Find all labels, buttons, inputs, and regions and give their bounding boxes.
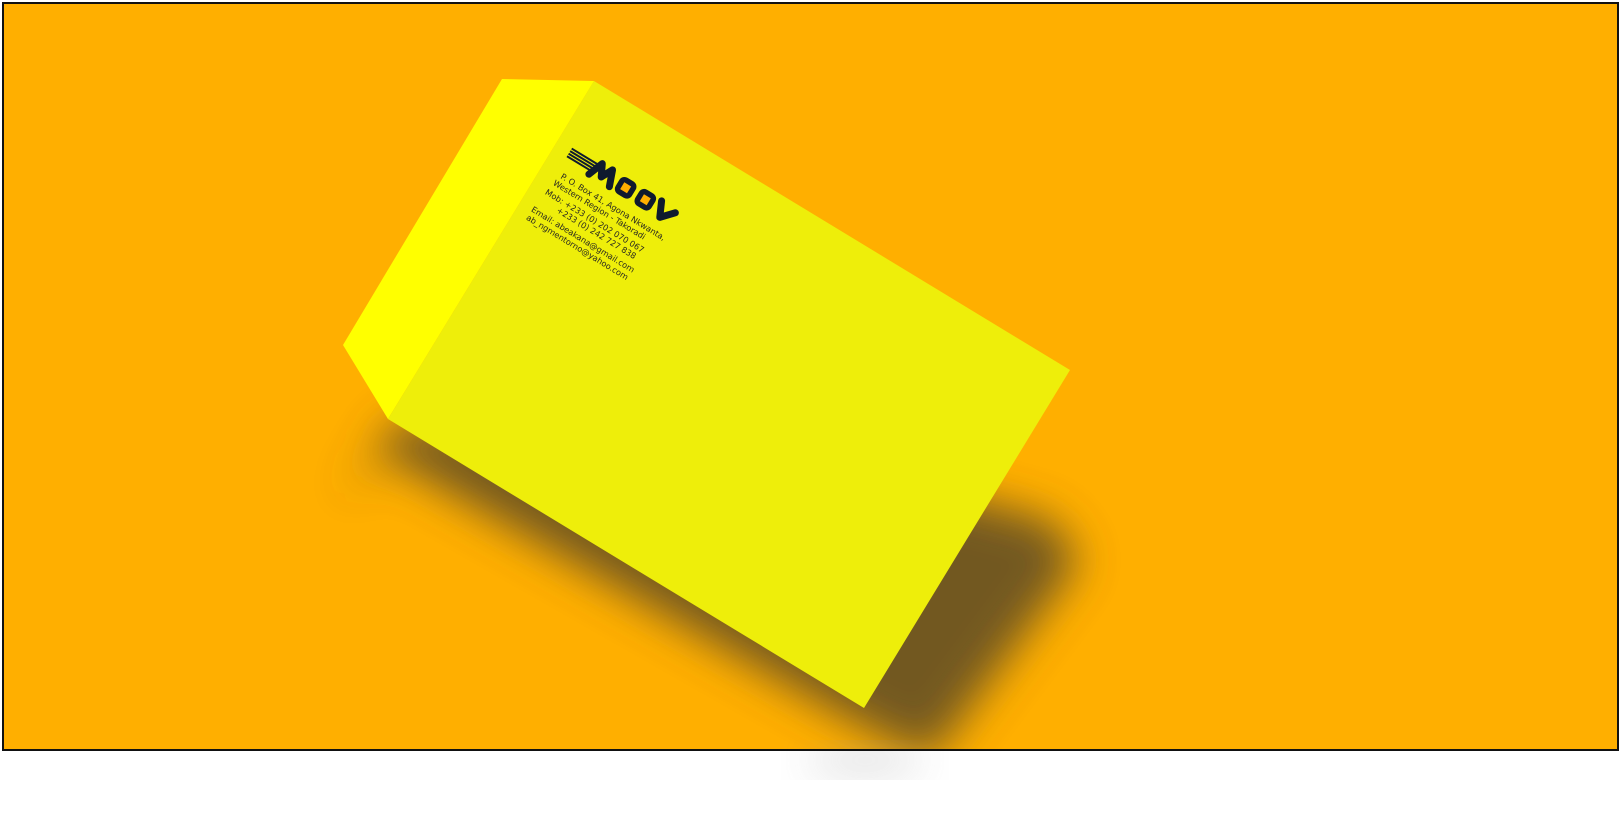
artboard-frame xyxy=(2,2,1619,751)
mockup-stage: P. O. Box 41, Agona Nkwanta, Western Reg… xyxy=(0,0,1622,832)
